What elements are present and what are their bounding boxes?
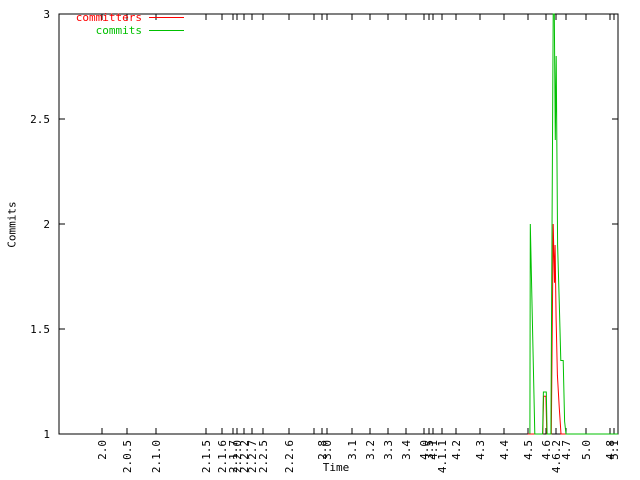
x-tick-label: 2.2.6 xyxy=(283,440,296,473)
plot-border xyxy=(59,14,618,434)
x-tick-label: 2.0 xyxy=(96,440,109,460)
x-tick-label: 4.3 xyxy=(474,440,487,460)
legend-label-committers: committers xyxy=(62,11,142,24)
y-tick-label: 1 xyxy=(43,428,50,441)
x-tick-label: 5.0 xyxy=(580,440,593,460)
legend-label-commits: commits xyxy=(62,24,142,37)
x-tick-label: 2.2.5 xyxy=(257,440,270,473)
y-axis-title: Commits xyxy=(6,194,19,256)
x-tick-label: 4.7 xyxy=(560,440,573,460)
x-tick-label: 4.1.1 xyxy=(436,440,449,473)
y-tick-label: 1.5 xyxy=(30,323,50,336)
x-tick-label: 3.1 xyxy=(346,440,359,460)
legend-entry-commits: commits xyxy=(62,25,184,36)
y-tick-label: 2.5 xyxy=(30,113,50,126)
legend-entry-committers: committers xyxy=(62,12,184,23)
x-tick-label: 4.2 xyxy=(450,440,463,460)
series-line-committers xyxy=(528,224,618,434)
x-tick-label: 5.1 xyxy=(608,440,621,460)
commits-line-sample-icon xyxy=(149,30,184,31)
commits-chart: 11.522.532.02.0.52.1.02.1.52.1.62.1.72.2… xyxy=(0,0,640,480)
series-line-commits xyxy=(530,14,618,434)
x-tick-label: 4.5 xyxy=(522,440,535,460)
y-tick-label: 2 xyxy=(43,218,50,231)
x-tick-label: 4.4 xyxy=(498,440,511,460)
committers-line-sample-icon xyxy=(149,17,184,18)
y-tick-label: 3 xyxy=(43,8,50,21)
plot-svg: 11.522.532.02.0.52.1.02.1.52.1.62.1.72.2… xyxy=(0,0,640,480)
x-tick-label: 2.1.5 xyxy=(200,440,213,473)
x-tick-label: 3.2 xyxy=(364,440,377,460)
x-tick-label: 3.4 xyxy=(400,440,413,460)
x-tick-label: 2.1.0 xyxy=(150,440,163,473)
x-tick-label: 3.3 xyxy=(382,440,395,460)
x-axis-title: Time xyxy=(306,461,366,474)
x-tick-label: 3.0 xyxy=(321,440,334,460)
legend: committers commits xyxy=(62,12,184,36)
x-tick-label: 2.0.5 xyxy=(121,440,134,473)
